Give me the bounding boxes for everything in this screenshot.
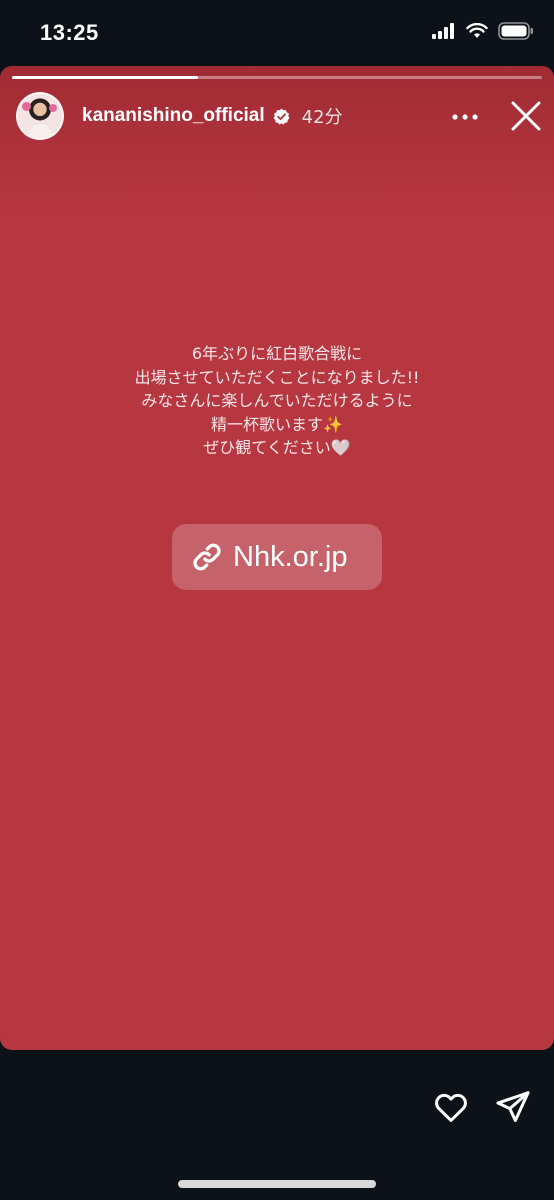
- send-button[interactable]: [494, 1088, 532, 1126]
- message-line: みなさんに楽しんでいただけるように: [141, 391, 413, 410]
- message-line: 精一杯歌います✨: [211, 414, 343, 434]
- cellular-signal-icon: [432, 23, 454, 39]
- username[interactable]: kananishino_official: [82, 105, 265, 127]
- link-sticker-label: Nhk.or.jp: [233, 540, 348, 573]
- avatar[interactable]: [16, 92, 64, 140]
- status-icons: [432, 22, 534, 40]
- verified-badge-icon: [273, 108, 290, 125]
- wifi-icon: [466, 23, 488, 38]
- story-progress-bar: [12, 76, 542, 79]
- heart-icon: [435, 1093, 467, 1122]
- avatar-flower-right: [49, 104, 57, 112]
- story-time-ago: 42分: [301, 107, 343, 128]
- story-header: kananishino_official 42分: [16, 92, 544, 140]
- send-icon: [496, 1091, 530, 1122]
- link-sticker[interactable]: Nhk.or.jp: [172, 524, 382, 590]
- more-options-button[interactable]: [450, 102, 480, 132]
- avatar-flower-left: [22, 102, 31, 111]
- message-line: ぜひ観てください🤍: [203, 438, 351, 457]
- story-action-bar: [0, 1050, 554, 1200]
- status-bar: 13:25: [0, 0, 554, 66]
- avatar-body: [30, 124, 52, 138]
- story-message: 6年ぶりに紅白歌合戦に 出場させていただくことになりました!! みなさんに楽しん…: [0, 342, 554, 460]
- status-time: 13:25: [40, 20, 99, 45]
- story-card[interactable]: kananishino_official 42分 6年ぶりに紅白歌合戦に 出場さ…: [0, 66, 554, 1050]
- like-button[interactable]: [432, 1088, 470, 1126]
- battery-icon: [498, 22, 533, 40]
- link-icon: [193, 543, 221, 571]
- close-button[interactable]: [508, 98, 544, 134]
- close-icon: [511, 101, 541, 131]
- story-top-shade: [0, 66, 554, 216]
- more-icon: [452, 114, 478, 120]
- home-indicator[interactable]: [178, 1180, 376, 1188]
- story-progress-fill: [12, 76, 198, 79]
- message-line: 出場させていただくことになりました!!: [134, 367, 420, 387]
- message-line: 6年ぶりに紅白歌合戦に: [191, 344, 363, 363]
- instagram-story-screen: 13:25 kananishino_official 42分 6年ぶりに紅白歌合…: [0, 0, 554, 1200]
